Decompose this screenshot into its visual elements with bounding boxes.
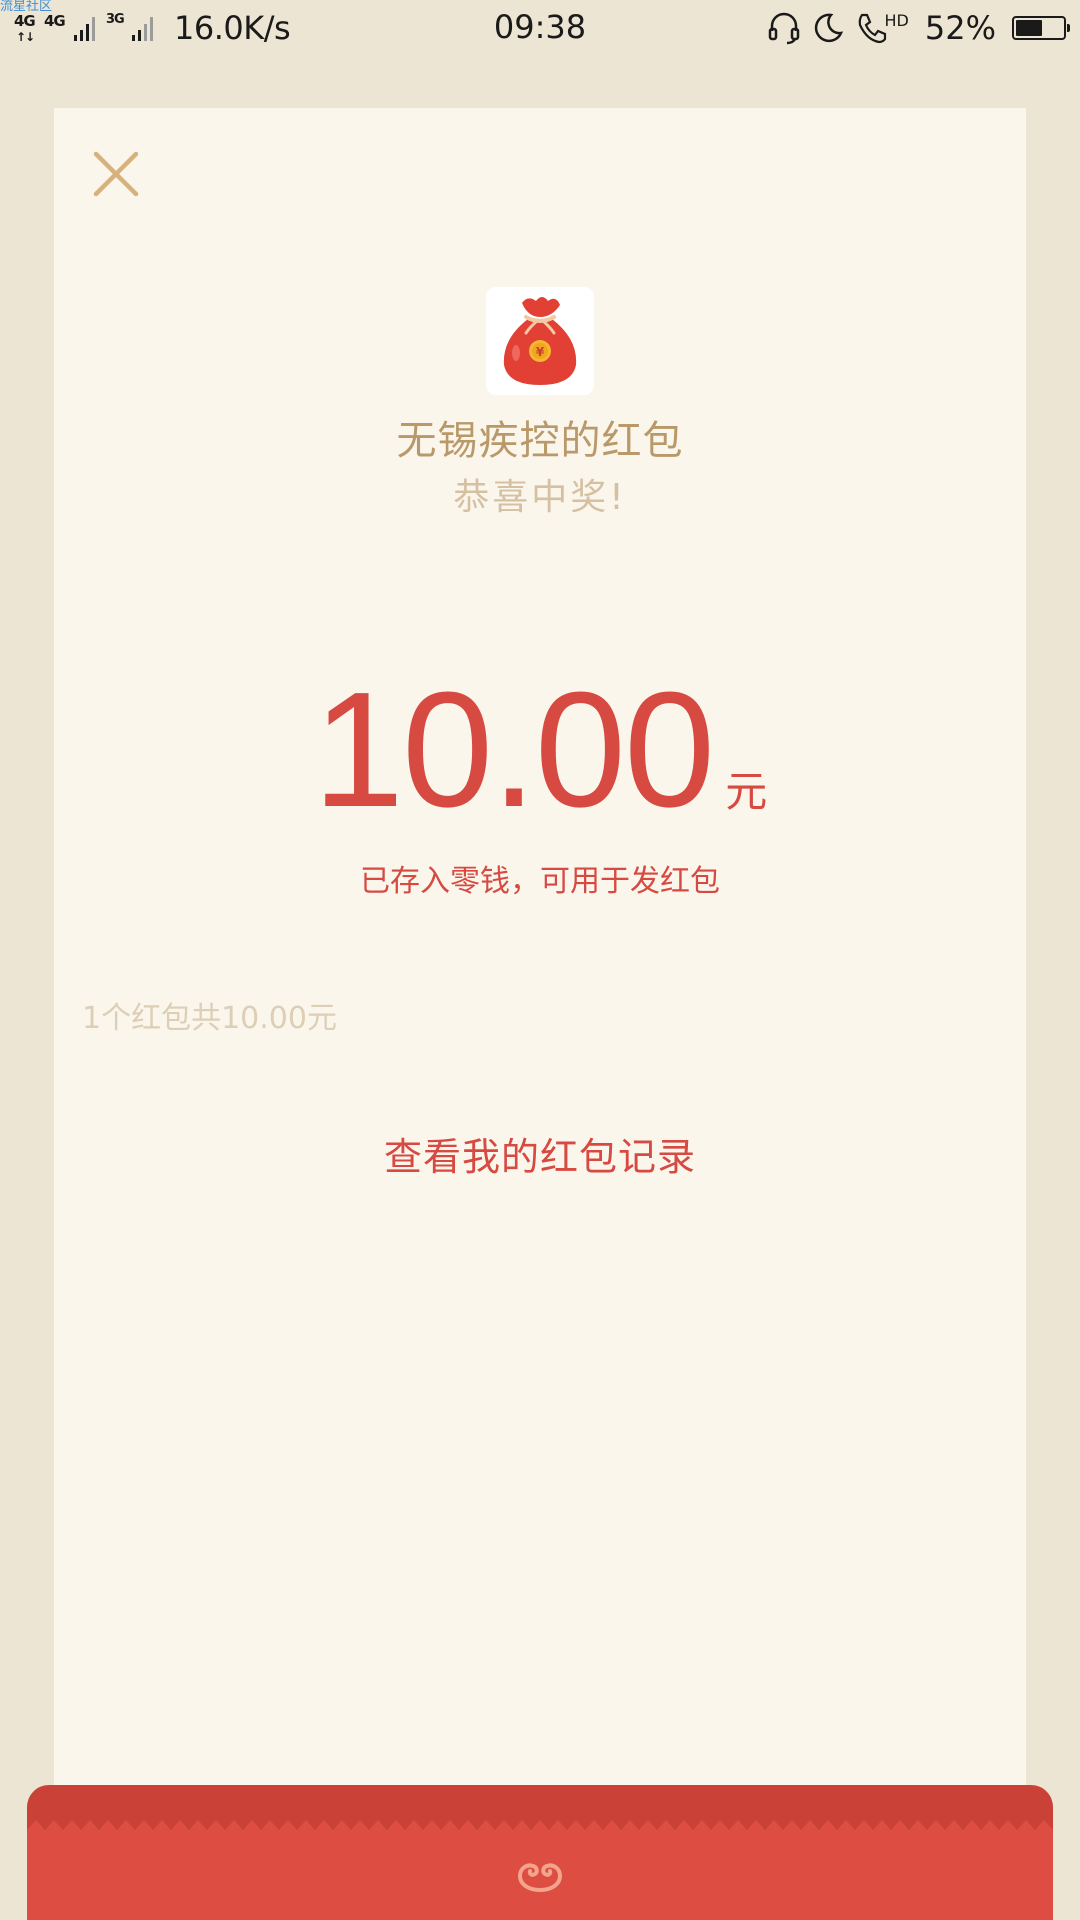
view-records-link[interactable]: 查看我的红包记录	[54, 1126, 1026, 1181]
status-bar: 流星社区 4G ↑↓ 4G 3G 16.0K/s 09:38 HD 52%	[0, 0, 1080, 54]
wish-text: 恭喜中奖!	[453, 477, 627, 518]
moon-icon	[814, 13, 843, 43]
status-right: HD 52%	[767, 8, 1070, 48]
close-icon	[93, 151, 139, 197]
phone-icon	[858, 13, 886, 44]
svg-text:¥: ¥	[536, 345, 545, 359]
hd-label: HD	[884, 10, 909, 30]
battery-percent: 52%	[924, 9, 996, 47]
sender-title: 无锡疾控的红包	[396, 418, 684, 464]
amount-row: 10.00 元	[54, 668, 1026, 832]
red-packet-screen: 流星社区 4G ↑↓ 4G 3G 16.0K/s 09:38 HD 52% ¥ …	[0, 0, 1080, 1920]
amount-unit: 元	[725, 767, 768, 816]
packet-summary: 1个红包共10.00元	[82, 1001, 337, 1036]
battery-fill	[1016, 20, 1042, 36]
battery-icon	[1012, 16, 1070, 40]
close-button[interactable]	[90, 148, 142, 200]
money-bag-icon: ¥	[503, 297, 577, 385]
amount-value: 10.00	[312, 658, 715, 841]
sender-avatar: ¥	[486, 287, 594, 395]
stored-note[interactable]: 已存入零钱，可用于发红包	[54, 856, 1026, 900]
headset-icon	[768, 12, 799, 45]
red-packet-card: ¥ 无锡疾控的红包 恭喜中奖! 10.00 元 已存入零钱，可用于发红包 1个红包…	[54, 108, 1026, 1920]
cloud-ornament-icon	[517, 1863, 563, 1892]
